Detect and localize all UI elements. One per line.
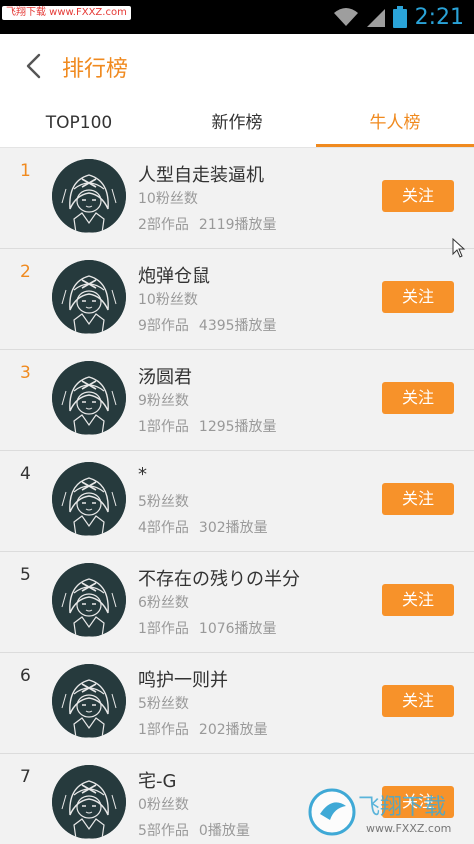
rank-number: 5 [20, 565, 31, 585]
rank-number: 3 [20, 363, 31, 383]
app-header: 排行榜 [0, 34, 474, 98]
chevron-left-icon[interactable] [20, 52, 48, 80]
tab-talent[interactable]: 牛人榜 [316, 98, 474, 147]
user-stats: 5部作品 0播放量 [138, 820, 250, 840]
user-name[interactable]: 汤圆君 [138, 363, 192, 389]
works-count: 4部作品 [138, 520, 189, 536]
user-stats: 9部作品 4395播放量 [138, 315, 277, 335]
avatar[interactable] [52, 462, 126, 536]
fan-count: 9粉丝数 [138, 393, 189, 409]
user-name[interactable]: 宅-G [138, 767, 176, 793]
avatar[interactable] [52, 361, 126, 435]
watermark-logo: 飞翔下载 www.FXXZ.com [306, 784, 470, 840]
works-count: 1部作品 [138, 722, 189, 738]
battery-icon [392, 6, 407, 28]
list-item[interactable]: 4 * 5粉丝数 4部作品 302播放量 关注 [0, 451, 474, 552]
avatar[interactable] [52, 765, 126, 839]
rank-number: 6 [20, 666, 31, 686]
avatar-illustration [52, 260, 126, 334]
avatar-illustration [52, 462, 126, 536]
follow-button[interactable]: 关注 [382, 584, 454, 616]
svg-text:www.FXXZ.com: www.FXXZ.com [366, 822, 451, 835]
avatar-illustration [52, 361, 126, 435]
follow-button[interactable]: 关注 [382, 382, 454, 414]
fan-count: 10粉丝数 [138, 292, 198, 308]
works-count: 2部作品 [138, 217, 189, 233]
avatar[interactable] [52, 159, 126, 233]
svg-text:飞翔下载: 飞翔下载 [358, 795, 446, 820]
avatar-illustration [52, 765, 126, 839]
page-title: 排行榜 [62, 57, 129, 82]
list-item[interactable]: 1 人型自走装逼机 10粉丝数 2部作品 2119播放量 关注 [0, 148, 474, 249]
status-time: 2:21 [414, 4, 464, 30]
avatar-illustration [52, 664, 126, 738]
tab-bar: TOP100 新作榜 牛人榜 [0, 98, 474, 148]
play-count: 1076播放量 [198, 621, 277, 637]
avatar-illustration [52, 159, 126, 233]
play-count: 4395播放量 [198, 318, 277, 334]
works-count: 5部作品 [138, 823, 189, 839]
tab-new-works[interactable]: 新作榜 [158, 98, 316, 147]
user-name[interactable]: 鸣护一则并 [138, 666, 228, 692]
user-stats: 2部作品 2119播放量 [138, 214, 277, 234]
rank-number: 2 [20, 262, 31, 282]
status-icons: 2:21 [333, 4, 464, 30]
user-stats: 4部作品 302播放量 [138, 517, 268, 537]
user-ranking-list: 1 人型自走装逼机 10粉丝数 2部作品 2119播放量 关注 2 炮弹仓鼠 1… [0, 148, 474, 844]
list-item[interactable]: 5 不存在の残りの半分 6粉丝数 1部作品 1076播放量 关注 [0, 552, 474, 653]
fan-count: 0粉丝数 [138, 797, 189, 813]
avatar-illustration [52, 563, 126, 637]
play-count: 302播放量 [198, 520, 268, 536]
user-stats: 1部作品 1295播放量 [138, 416, 277, 436]
play-count: 2119播放量 [198, 217, 277, 233]
avatar[interactable] [52, 260, 126, 334]
status-bar: 飞翔下载 www.FXXZ.com 2:21 [0, 0, 474, 34]
user-stats: 1部作品 202播放量 [138, 719, 268, 739]
play-count: 202播放量 [198, 722, 268, 738]
tab-top100[interactable]: TOP100 [0, 98, 158, 147]
avatar[interactable] [52, 563, 126, 637]
play-count: 0播放量 [198, 823, 250, 839]
works-count: 1部作品 [138, 419, 189, 435]
list-item[interactable]: 3 汤圆君 9粉丝数 1部作品 1295播放量 关注 [0, 350, 474, 451]
watermark-label: 飞翔下载 www.FXXZ.com [2, 6, 131, 20]
fan-count: 5粉丝数 [138, 494, 189, 510]
follow-button[interactable]: 关注 [382, 483, 454, 515]
fan-count: 5粉丝数 [138, 696, 189, 712]
list-item[interactable]: 2 炮弹仓鼠 10粉丝数 9部作品 4395播放量 关注 [0, 249, 474, 350]
fan-count: 10粉丝数 [138, 191, 198, 207]
works-count: 1部作品 [138, 621, 189, 637]
rank-number: 7 [20, 767, 31, 787]
rank-number: 1 [20, 161, 31, 181]
list-item[interactable]: 6 鸣护一则并 5粉丝数 1部作品 202播放量 关注 [0, 653, 474, 754]
play-count: 1295播放量 [198, 419, 277, 435]
signal-icon [366, 9, 385, 27]
mouse-cursor-icon [452, 238, 466, 258]
wifi-icon [333, 8, 358, 26]
user-name[interactable]: * [138, 464, 147, 485]
rank-number: 4 [20, 464, 31, 484]
user-name[interactable]: 不存在の残りの半分 [138, 565, 300, 591]
user-stats: 1部作品 1076播放量 [138, 618, 277, 638]
works-count: 9部作品 [138, 318, 189, 334]
avatar[interactable] [52, 664, 126, 738]
fan-count: 6粉丝数 [138, 595, 189, 611]
follow-button[interactable]: 关注 [382, 180, 454, 212]
follow-button[interactable]: 关注 [382, 685, 454, 717]
follow-button[interactable]: 关注 [382, 281, 454, 313]
user-name[interactable]: 炮弹仓鼠 [138, 262, 210, 288]
user-name[interactable]: 人型自走装逼机 [138, 161, 264, 187]
